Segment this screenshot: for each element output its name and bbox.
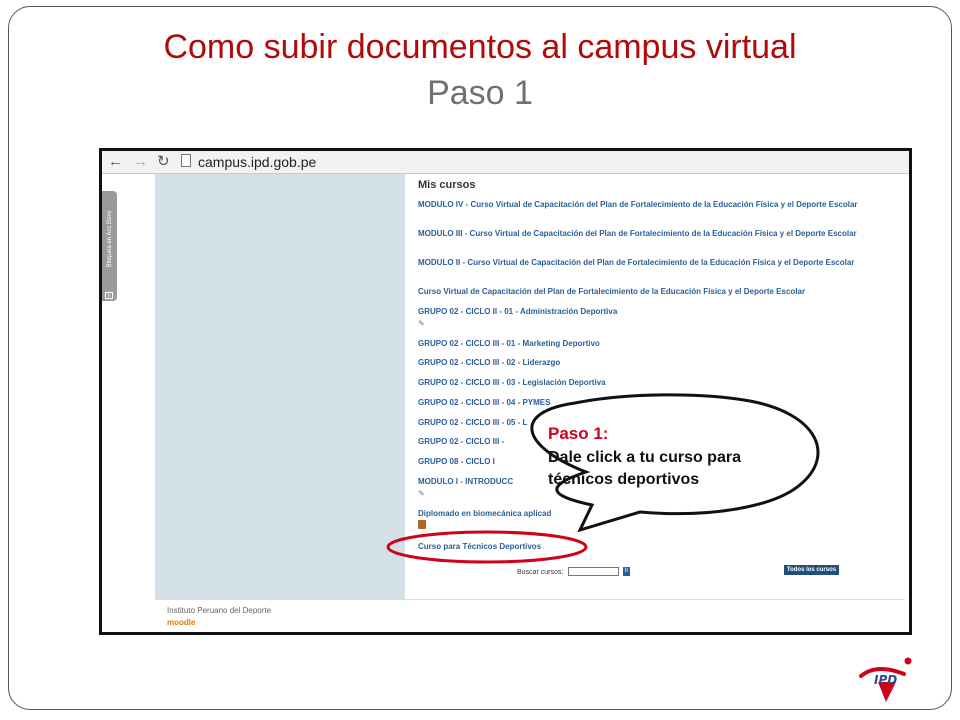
course-link[interactable]: MODULO II - Curso Virtual de Capacitació… xyxy=(418,258,893,268)
left-panel xyxy=(155,174,405,599)
page-icon xyxy=(181,154,191,167)
search-input[interactable] xyxy=(568,567,619,576)
close-icon[interactable]: x xyxy=(105,292,113,299)
course-link[interactable]: GRUPO 02 - CICLO III - 01 - Marketing De… xyxy=(418,339,893,349)
callout-line-2: técnicos deportivos xyxy=(548,471,700,488)
slide-title: Como subir documentos al campus virtual xyxy=(163,28,797,66)
moodle-logo: moodle xyxy=(167,618,196,627)
course-link-tecnicos-deportivos[interactable]: Curso para Técnicos Deportivos xyxy=(418,542,893,552)
arrow-left-icon[interactable]: ← xyxy=(108,152,123,172)
footer: Instituto Peruano del Deporte moodle xyxy=(155,599,905,632)
mis-cursos-block: Mis cursos MODULO IV - Curso Virtual de … xyxy=(405,174,905,599)
course-link[interactable]: Curso Virtual de Capacitación del Plan d… xyxy=(418,287,893,297)
callout-title: Paso 1: xyxy=(548,424,609,443)
course-link[interactable]: GRUPO 02 - CICLO II - 01 - Administració… xyxy=(418,307,893,317)
search-label: Buscar cursos: xyxy=(517,569,564,576)
all-courses-button[interactable]: Todos los cursos xyxy=(784,565,839,575)
side-tab[interactable]: Bloquea en Acc Boxs x xyxy=(102,191,117,301)
arrow-right-icon[interactable]: → xyxy=(133,152,148,172)
callout-line-1: Dale click a tu curso para xyxy=(548,449,741,466)
slide-subtitle: Paso 1 xyxy=(427,74,533,112)
reload-icon[interactable]: ↻ xyxy=(157,152,170,172)
footer-institution: Instituto Peruano del Deporte xyxy=(167,606,272,615)
course-link[interactable]: GRUPO 02 - CICLO III - 03 - Legislación … xyxy=(418,378,893,388)
course-link[interactable]: MODULO III - Curso Virtual de Capacitaci… xyxy=(418,229,893,239)
ipd-logo: IPD xyxy=(859,657,912,702)
ipd-logo-text: IPD xyxy=(874,673,897,687)
edit-icon[interactable]: ✎ xyxy=(418,319,427,328)
mis-cursos-heading: Mis cursos xyxy=(418,179,476,191)
search-button[interactable]: Ir xyxy=(623,567,630,576)
side-tab-label: Bloquea en Acc Boxs xyxy=(107,210,113,268)
course-link[interactable]: MODULO IV - Curso Virtual de Capacitació… xyxy=(418,200,893,210)
browser-address-bar: ← → ↻ campus.ipd.gob.pe xyxy=(102,151,909,174)
edit-icon[interactable]: ✎ xyxy=(418,489,427,498)
book-icon xyxy=(418,520,426,529)
url-field[interactable]: campus.ipd.gob.pe xyxy=(198,153,316,171)
course-link[interactable]: GRUPO 02 - CICLO III - 02 - Liderazgo xyxy=(418,358,893,368)
